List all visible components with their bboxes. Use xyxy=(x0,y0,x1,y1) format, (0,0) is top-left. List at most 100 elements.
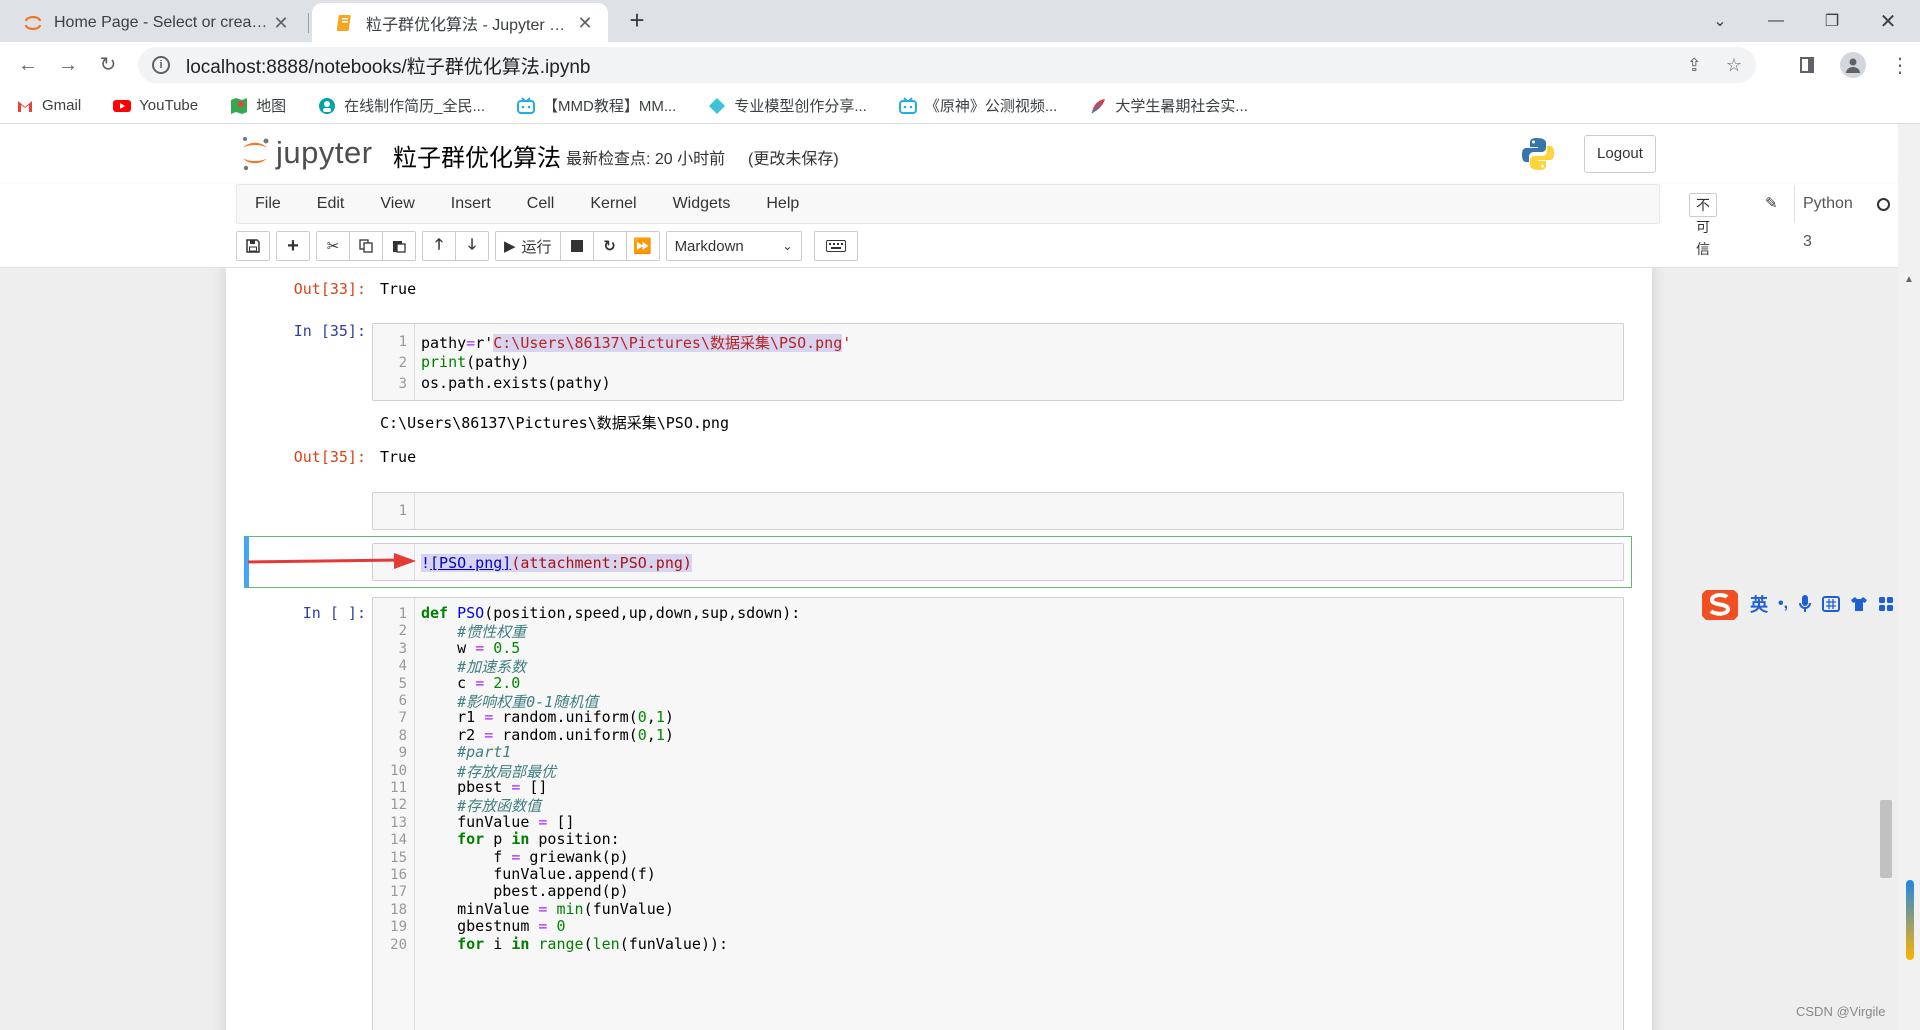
bookmark-resume[interactable]: 在线制作简历_全民... xyxy=(318,95,485,116)
bookmark-youtube[interactable]: YouTube xyxy=(113,97,198,115)
jupyter-wordmark: jupyter xyxy=(276,135,373,170)
bookmark-maps[interactable]: 地图 xyxy=(230,95,286,116)
toolbox-grid-icon[interactable] xyxy=(1878,596,1894,612)
line-number: 3 xyxy=(398,376,407,392)
close-window-button[interactable]: ✕ xyxy=(1860,0,1916,42)
menu-insert[interactable]: Insert xyxy=(433,185,509,223)
markdown-line: ![PSO.png](attachment:PSO.png) xyxy=(421,554,692,572)
copy-button[interactable] xyxy=(349,231,383,261)
scroll-up-arrow-icon[interactable]: ▲ xyxy=(1904,274,1914,285)
cell-type-value: Markdown xyxy=(674,237,744,255)
cell-type-select[interactable]: Markdown ⌄ xyxy=(665,231,802,261)
ime-volume-bar xyxy=(1906,880,1914,960)
tab-search-icon[interactable]: ⌄ xyxy=(1692,0,1748,42)
restart-run-all-button[interactable]: ⏩ xyxy=(625,231,660,261)
empty-code-cell[interactable]: 1 xyxy=(372,492,1624,530)
line-number: 2 xyxy=(398,355,407,371)
menu-file[interactable]: File xyxy=(237,185,299,223)
menu-view[interactable]: View xyxy=(362,185,432,223)
bookmark-mmd[interactable]: 【MMD教程】MM... xyxy=(517,95,676,116)
move-up-button[interactable]: 🡑 xyxy=(422,231,456,261)
ime-toolbar[interactable]: 英 •, xyxy=(1700,586,1900,622)
bilibili-icon xyxy=(517,96,535,115)
reload-icon[interactable]: ↻ xyxy=(94,51,122,79)
keyboard-icon[interactable] xyxy=(1822,596,1841,612)
share-icon[interactable]: ⇪ xyxy=(1687,55,1702,76)
ime-mode-label[interactable]: 英 xyxy=(1750,591,1768,617)
menu-edit[interactable]: Edit xyxy=(299,185,363,223)
new-tab-button[interactable]: + xyxy=(622,6,652,36)
close-tab-icon[interactable]: ✕ xyxy=(574,12,596,34)
line-number: 2 xyxy=(398,623,407,640)
notebook-toolbar: + ✂ 🡑 🡓 ▶ 运行 ↻ ⏩ Markdown ⌄ xyxy=(236,230,864,262)
bookmark-label: 《原神》公测视频... xyxy=(924,98,1058,115)
kernel-name[interactable]: Python 3 xyxy=(1794,185,1853,250)
bilibili-icon xyxy=(898,96,917,115)
bookmark-model-share[interactable]: 专业模型创作分享... xyxy=(708,95,867,116)
paste-button[interactable] xyxy=(382,231,416,261)
maps-icon xyxy=(230,97,248,115)
browser-menu-icon[interactable]: ⋮ xyxy=(1890,53,1910,78)
maximize-button[interactable]: ❐ xyxy=(1804,0,1860,42)
minimize-button[interactable]: — xyxy=(1748,0,1804,42)
insert-cell-button[interactable]: + xyxy=(276,231,310,261)
jupyter-logo[interactable]: jupyter xyxy=(240,135,373,171)
notebook-title[interactable]: 粒子群优化算法 xyxy=(393,138,561,173)
output-prompt: Out[35]: xyxy=(293,448,366,466)
watermark-text: CSDN @Virgile xyxy=(1796,1004,1886,1019)
site-info-icon[interactable]: i xyxy=(152,56,170,74)
code-cell-35[interactable]: 1 2 3 pathy=r'C:\Users\86137\Pictures\数据… xyxy=(372,323,1624,401)
line-number: 20 xyxy=(390,936,407,953)
menu-help[interactable]: Help xyxy=(748,185,817,223)
url-text[interactable]: localhost:8888/notebooks/粒子群优化算法.ipynb xyxy=(186,52,590,79)
code-line: r1 = random.uniform(0,1) xyxy=(421,708,674,727)
trust-indicator[interactable]: 不可信 xyxy=(1689,193,1717,257)
restart-icon: ↻ xyxy=(603,238,616,255)
stdout-text: C:\Users\86137\Pictures\数据采集\PSO.png xyxy=(380,414,729,432)
line-number: 19 xyxy=(390,919,407,936)
logout-button[interactable]: Logout xyxy=(1584,135,1656,173)
skin-shirt-icon[interactable] xyxy=(1850,596,1868,612)
notebook-menubar-container: File Edit View Insert Cell Kernel Widget… xyxy=(0,184,1898,268)
restart-button[interactable]: ↻ xyxy=(592,231,627,261)
browser-right-buttons: ⋮ xyxy=(1800,50,1910,80)
sogou-logo-icon xyxy=(1702,590,1738,620)
jupyter-logo-icon xyxy=(243,137,269,171)
bookmark-genshin[interactable]: 《原神》公测视频... xyxy=(898,95,1058,116)
gmail-icon xyxy=(16,97,34,115)
code-line: w = 0.5 xyxy=(421,638,521,657)
move-down-button[interactable]: 🡓 xyxy=(455,231,489,261)
markdown-editor[interactable]: ![PSO.png](attachment:PSO.png) xyxy=(372,543,1624,581)
checkpoint-status: 最新检查点: 20 小时前 xyxy=(566,151,726,168)
profile-avatar-icon[interactable] xyxy=(1840,52,1866,78)
microphone-icon[interactable] xyxy=(1798,594,1812,614)
interrupt-button[interactable] xyxy=(559,231,594,261)
bookmark-label: YouTube xyxy=(139,97,199,114)
save-button[interactable] xyxy=(236,231,270,261)
back-arrow-icon[interactable]: ← xyxy=(14,51,42,79)
menu-cell[interactable]: Cell xyxy=(509,185,573,223)
run-button[interactable]: ▶ 运行 xyxy=(495,231,561,261)
kernel-idle-indicator-icon xyxy=(1877,198,1890,211)
address-bar[interactable]: i localhost:8888/notebooks/粒子群优化算法.ipynb… xyxy=(138,47,1756,83)
tab-home-page[interactable]: Home Page - Select or create a notebook … xyxy=(0,3,304,42)
bookmark-label: 在线制作简历_全民... xyxy=(344,98,485,115)
command-palette-button[interactable] xyxy=(813,231,858,261)
input-prompt: In [35]: xyxy=(293,322,366,340)
code-line: for p in position: xyxy=(457,830,620,849)
tab-notebook[interactable]: 粒子群优化算法 - Jupyter Notebook ✕ xyxy=(312,3,608,42)
bookmark-social-practice[interactable]: 大学生暑期社会实... xyxy=(1089,95,1248,116)
side-panel-icon[interactable] xyxy=(1800,57,1814,73)
menu-kernel[interactable]: Kernel xyxy=(572,185,654,223)
menu-widgets[interactable]: Widgets xyxy=(655,185,749,223)
scrollbar-thumb[interactable] xyxy=(1880,800,1892,878)
notebook-scroll-area[interactable]: Out[33]: True In [35]: 1 2 3 pathy=r'C:\… xyxy=(0,268,1898,1030)
cut-button[interactable]: ✂ xyxy=(316,231,350,261)
bookmark-gmail[interactable]: Gmail xyxy=(16,97,81,115)
pso-code-cell[interactable]: 1 def PSO(position,speed,up,down,sup,sdow… xyxy=(372,597,1624,1030)
punctuation-icon[interactable]: •, xyxy=(1778,595,1788,613)
bookmark-star-icon[interactable]: ☆ xyxy=(1726,55,1742,76)
chevron-down-icon: ⌄ xyxy=(782,239,793,253)
close-tab-icon[interactable]: ✕ xyxy=(270,12,292,34)
forward-arrow-icon[interactable]: → xyxy=(54,51,82,79)
